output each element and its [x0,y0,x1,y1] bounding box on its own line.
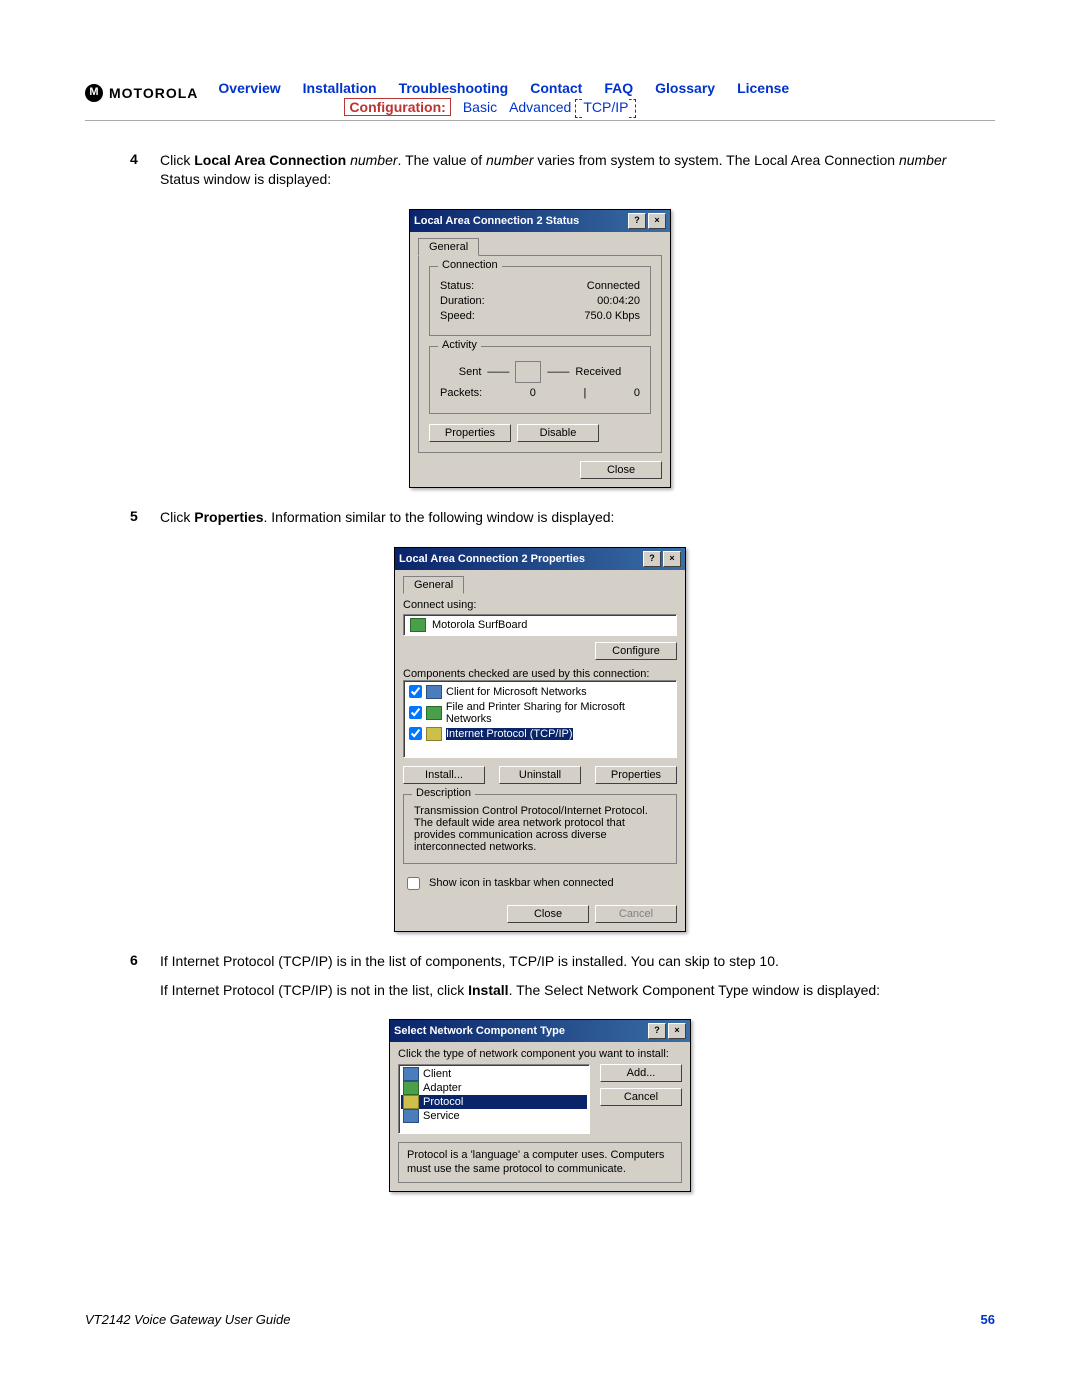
activity-icon [515,361,541,383]
received-label: Received [575,366,621,378]
share-icon [426,706,442,720]
step-5-number: 5 [130,508,160,537]
nav-glossary[interactable]: Glossary [655,80,715,96]
props-close-button[interactable]: Close [507,905,589,923]
nav-faq[interactable]: FAQ [604,80,633,96]
install-button[interactable]: Install... [403,766,485,784]
duration-label: Duration: [440,295,485,307]
comp-check[interactable] [409,706,422,719]
packets-sent: 0 [530,387,536,399]
configure-button[interactable]: Configure [595,642,677,660]
sub-nav: Configuration: Basic Advanced TCP/IP [344,98,789,116]
status-title: Local Area Connection 2 Status [414,215,579,227]
type-prompt: Click the type of network component you … [398,1048,682,1060]
client-icon [403,1067,419,1081]
step-6: 6 If Internet Protocol (TCP/IP) is in th… [130,952,950,1010]
motorola-logo-icon [85,84,103,102]
step-4-number: 4 [130,151,160,199]
step-5-text: Click Properties. Information similar to… [160,508,950,527]
footer-title: VT2142 Voice Gateway User Guide [85,1312,290,1327]
step-4: 4 Click Local Area Connection number. Th… [130,151,950,199]
properties-button[interactable]: Properties [429,424,511,442]
close-icon[interactable]: × [668,1023,686,1039]
step-5: 5 Click Properties. Information similar … [130,508,950,537]
props-tab-general[interactable]: General [403,576,464,594]
status-window: Local Area Connection 2 Status ? × Gener… [409,209,671,488]
subnav-label: Configuration: [344,98,450,116]
subnav-basic[interactable]: Basic [463,99,497,115]
close-button[interactable]: Close [580,461,662,479]
speed-value: 750.0 Kbps [584,310,640,322]
help-icon[interactable]: ? [648,1023,666,1039]
step-6-p1: If Internet Protocol (TCP/IP) is in the … [160,952,950,971]
status-titlebar: Local Area Connection 2 Status ? × [410,210,670,232]
adapter-icon [410,618,426,632]
page-number: 56 [981,1312,995,1327]
nav-troubleshooting[interactable]: Troubleshooting [399,80,509,96]
description-group: Description Transmission Control Protoco… [403,794,677,864]
show-icon-checkbox[interactable] [407,877,420,890]
type-cancel-button[interactable]: Cancel [600,1088,682,1106]
protocol-icon [403,1095,419,1109]
packets-recv: 0 [634,387,640,399]
comp-check[interactable] [409,685,422,698]
props-title: Local Area Connection 2 Properties [399,553,585,565]
duration-value: 00:04:20 [597,295,640,307]
step-4-text: Click Local Area Connection number. The … [160,151,950,189]
service-icon [403,1109,419,1123]
components-label: Components checked are used by this conn… [403,668,677,680]
help-icon[interactable]: ? [628,213,646,229]
protocol-icon [426,727,442,741]
step-6-number: 6 [130,952,160,1010]
speed-label: Speed: [440,310,475,322]
adapter-icon [403,1081,419,1095]
client-icon [426,685,442,699]
status-tab-general[interactable]: General [418,238,479,256]
type-window: Select Network Component Type ? × Click … [389,1019,691,1191]
type-list[interactable]: Client Adapter Protocol Service [398,1064,590,1134]
type-description: Protocol is a 'language' a computer uses… [398,1142,682,1182]
description-text: Transmission Control Protocol/Internet P… [414,805,666,853]
properties-window: Local Area Connection 2 Properties ? × G… [394,547,686,932]
status-value: Connected [587,280,640,292]
nav-installation[interactable]: Installation [303,80,377,96]
show-icon-label: Show icon in taskbar when connected [429,877,614,889]
comp-check[interactable] [409,727,422,740]
props-properties-button[interactable]: Properties [595,766,677,784]
page-header: MOTOROLA Overview Installation Troublesh… [85,80,995,121]
packets-label: Packets: [440,387,482,399]
primary-nav: Overview Installation Troubleshooting Co… [218,80,789,96]
logo: MOTOROLA [85,84,198,102]
props-cancel-button[interactable]: Cancel [595,905,677,923]
disable-button[interactable]: Disable [517,424,599,442]
subnav-tcpip[interactable]: TCP/IP [583,99,628,115]
adapter-name: Motorola SurfBoard [432,619,527,631]
close-icon[interactable]: × [648,213,666,229]
activity-group: Activity Sent —— —— Received Pac [429,346,651,414]
components-list[interactable]: Client for Microsoft Networks File and P… [403,680,677,758]
subnav-advanced[interactable]: Advanced [509,99,571,115]
connection-group: Connection Status:Connected Duration:00:… [429,266,651,336]
nav-license[interactable]: License [737,80,789,96]
status-label: Status: [440,280,474,292]
page-footer: VT2142 Voice Gateway User Guide 56 [0,1312,1080,1327]
brand-text: MOTOROLA [109,85,198,101]
step-6-p2: If Internet Protocol (TCP/IP) is not in … [160,981,950,1000]
uninstall-button[interactable]: Uninstall [499,766,581,784]
help-icon[interactable]: ? [643,551,661,567]
sent-label: Sent [459,366,482,378]
type-title: Select Network Component Type [394,1025,565,1037]
add-button[interactable]: Add... [600,1064,682,1082]
close-icon[interactable]: × [663,551,681,567]
connect-using-label: Connect using: [403,599,677,611]
nav-contact[interactable]: Contact [530,80,582,96]
nav-overview[interactable]: Overview [218,80,280,96]
